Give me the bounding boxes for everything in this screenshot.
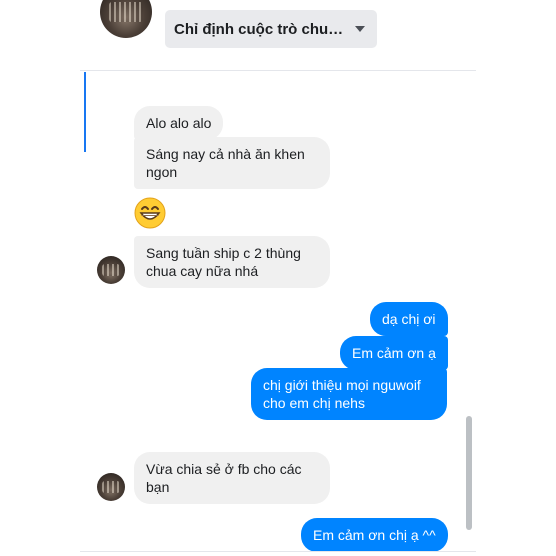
scrollbar-thumb[interactable]	[466, 416, 472, 530]
grinning-face-emoji-icon	[134, 197, 166, 229]
message-bubble-incoming: Alo alo alo	[134, 106, 224, 140]
active-thread-indicator	[84, 72, 86, 152]
conversation-dropdown[interactable]: Chỉ định cuộc trò chu…	[165, 10, 377, 48]
contact-avatar[interactable]	[97, 256, 125, 284]
contact-avatar[interactable]	[97, 473, 125, 501]
message-bubble-outgoing: chị giới thiệu mọi nguwoif cho em chị ne…	[251, 368, 447, 420]
composer-divider	[80, 551, 476, 552]
conversation-dropdown-label: Chỉ định cuộc trò chu…	[174, 20, 344, 38]
message-bubble-outgoing: Em cảm ơn chị ạ ^^	[301, 518, 448, 552]
message-bubble-outgoing: Em cảm ơn ạ	[340, 336, 448, 370]
message-bubble-outgoing: dạ chị ơi	[370, 302, 448, 336]
caret-down-icon	[355, 26, 365, 32]
message-bubble-incoming: Sang tuần ship c 2 thùng chua cay nữa nh…	[134, 236, 330, 288]
header-divider	[80, 70, 476, 71]
message-bubble-incoming: Sáng nay cả nhà ăn khen ngon	[134, 137, 330, 189]
message-bubble-incoming: Vừa chia sẻ ở fb cho các bạn	[134, 452, 330, 504]
